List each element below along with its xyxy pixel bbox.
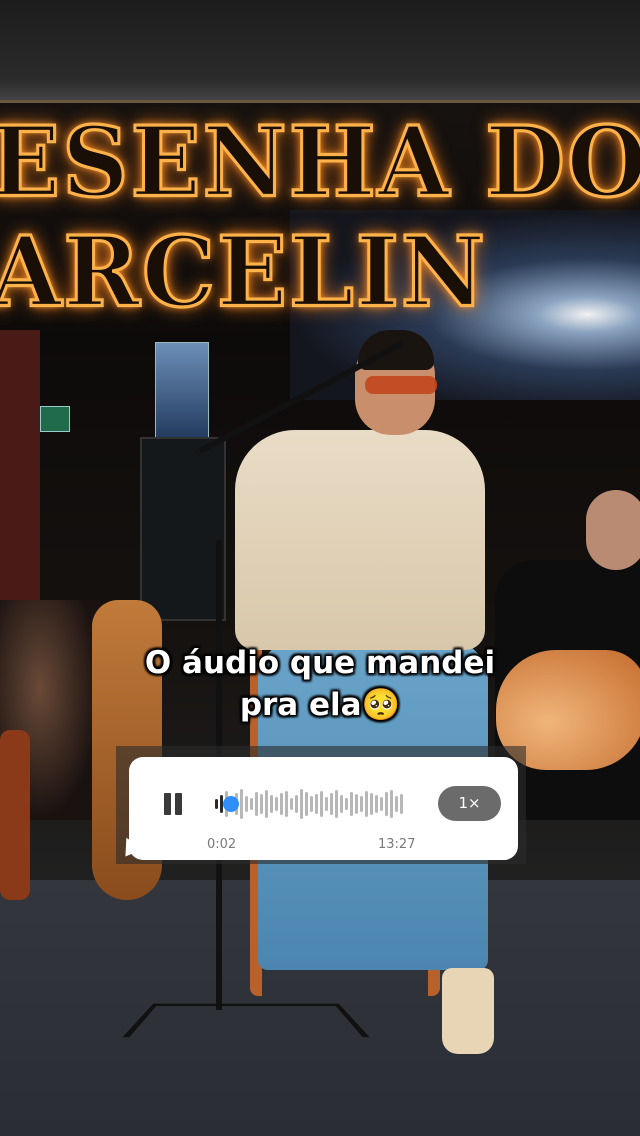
mic-tripod [122, 1003, 370, 1038]
waveform-bar [305, 792, 308, 816]
menu-blackboard [140, 437, 226, 621]
waveform-bar [345, 798, 348, 810]
waveform-bar [370, 793, 373, 815]
pause-icon[interactable] [162, 793, 184, 815]
singer-sunglasses [365, 376, 437, 394]
waveform-bar [280, 793, 283, 815]
waveform-bar [255, 792, 258, 816]
waveform-bar [295, 795, 298, 813]
playback-scrubber[interactable] [223, 796, 239, 812]
video-caption: O áudio que mandei pra ela🥺 [0, 642, 640, 726]
waveform-bar [260, 794, 263, 814]
waveform-bar [340, 795, 343, 813]
waveform-bar [350, 792, 353, 816]
waveform-bar [275, 797, 278, 811]
waveform-bar [310, 796, 313, 812]
guitar-left-edge [0, 730, 30, 900]
waveform-bar [375, 795, 378, 813]
wall-poster [155, 342, 209, 440]
caption-line2: pra ela🥺 [239, 687, 401, 723]
total-duration: 13:27 [378, 837, 416, 852]
neon-sign-line2: ARCELIN [0, 214, 487, 331]
waveform-bar [390, 790, 393, 818]
waveform-bar [360, 796, 363, 812]
bassist-head [586, 490, 640, 570]
waveform-bar [335, 790, 338, 818]
neon-sign: ESENHA DO ARCELIN [0, 100, 640, 340]
waveform-bar [385, 792, 388, 816]
waveform-bar [240, 789, 243, 819]
elapsed-time: 0:02 [207, 837, 237, 852]
waveform-bar [285, 791, 288, 817]
waveform-bar [380, 797, 383, 811]
waveform-bar [215, 799, 218, 809]
singer-shirt [235, 430, 485, 650]
caption-line1: O áudio que mandei [144, 645, 496, 681]
waveform-bar [355, 794, 358, 814]
waveform-bar [330, 793, 333, 815]
waveform-bar [270, 795, 273, 813]
playback-speed-button[interactable]: 1× [438, 786, 501, 821]
waveform-bar [250, 798, 253, 810]
waveform-bar [265, 790, 268, 818]
audio-waveform[interactable] [215, 787, 410, 821]
red-wall [0, 330, 40, 610]
waveform-bar [320, 791, 323, 817]
neon-sign-line1: ESENHA DO [0, 104, 640, 221]
waveform-bar [325, 797, 328, 811]
waveform-bar [245, 796, 248, 812]
video-frame[interactable]: ESENHA DO ARCELIN O áudio que mandei pra… [0, 0, 640, 1136]
exit-sign [40, 406, 70, 432]
waveform-bar [315, 794, 318, 814]
waveform-bar [290, 798, 293, 810]
waveform-bar [300, 789, 303, 819]
audio-message-bubble[interactable]: 1× 0:02 13:27 [129, 757, 518, 860]
singer-boot [442, 968, 494, 1054]
awning [0, 0, 640, 100]
waveform-bar [365, 791, 368, 817]
waveform-bar [395, 796, 398, 812]
waveform-bar [400, 794, 403, 814]
